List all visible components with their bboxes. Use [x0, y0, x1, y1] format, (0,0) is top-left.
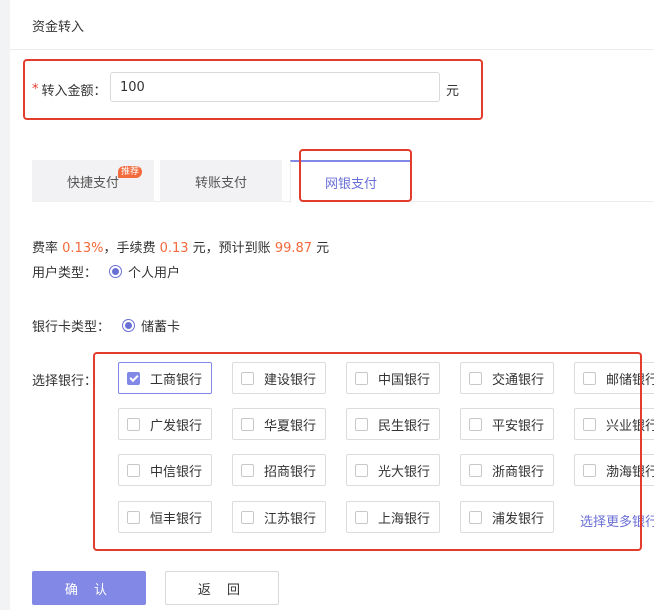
recommend-badge: 推荐 — [117, 166, 142, 178]
user-type-option[interactable]: 个人用户 — [128, 262, 180, 281]
arrive-prefix: 元，预计到账 — [188, 241, 275, 256]
card-type-label: 银行卡类型： — [32, 320, 111, 335]
user-type-radio[interactable] — [109, 265, 123, 278]
fee-amount: 0.13 — [159, 241, 189, 256]
fee-rate: 0.13% — [62, 241, 104, 256]
arrive-amount: 99.87 — [274, 241, 313, 256]
annotation-box-amount — [23, 59, 483, 120]
tab-label: 快捷支付 — [66, 175, 119, 191]
tab-quick-pay[interactable]: 快捷支付 推荐 — [32, 160, 154, 202]
annotation-box-tab — [299, 149, 412, 202]
card-type-option[interactable]: 储蓄卡 — [141, 316, 180, 335]
card-type-row: 银行卡类型： 储蓄卡 — [32, 316, 180, 335]
confirm-button[interactable]: 确 认 — [32, 571, 146, 605]
tab-transfer-pay[interactable]: 转账支付 — [160, 160, 282, 202]
page-title: 资金转入 — [32, 20, 85, 35]
user-type-label: 用户类型： — [32, 266, 98, 281]
fee-summary: 费率 0.13%，手续费 0.13 元，预计到账 99.87 元 — [32, 237, 329, 256]
user-type-row: 用户类型： 个人用户 — [32, 262, 180, 281]
tab-label: 转账支付 — [194, 175, 247, 191]
page-header: 资金转入 — [10, 0, 654, 50]
fee-rate-prefix: 费率 — [32, 241, 63, 256]
annotation-box-banks — [93, 352, 642, 551]
arrive-unit: 元 — [312, 241, 330, 256]
fee-amount-prefix: ，手续费 — [103, 241, 160, 256]
back-button[interactable]: 返 回 — [165, 571, 279, 605]
card-type-radio[interactable] — [122, 319, 136, 332]
bank-select-label: 选择银行： — [32, 374, 98, 389]
